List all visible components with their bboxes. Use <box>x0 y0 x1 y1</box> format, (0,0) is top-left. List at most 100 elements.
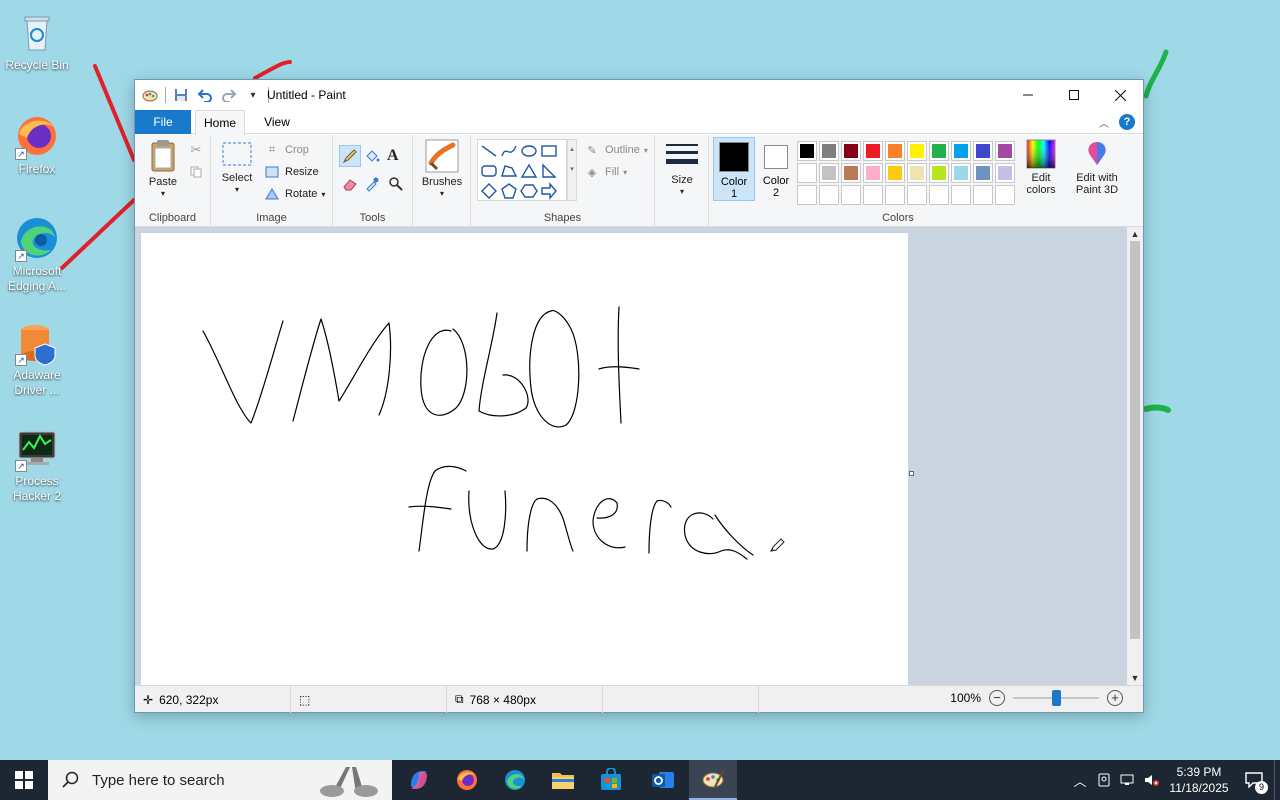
tab-file[interactable]: File <box>135 110 191 134</box>
scroll-down-arrow-icon[interactable]: ▼ <box>1127 671 1143 685</box>
palette-swatch[interactable] <box>995 141 1015 161</box>
palette-swatch[interactable] <box>885 141 905 161</box>
rounded-rectangle-shape-icon[interactable] <box>480 162 498 180</box>
palette-swatch[interactable] <box>841 163 861 183</box>
desktop-icon-process-hacker[interactable]: ↗ Process Hacker 2 <box>2 424 72 504</box>
polygon-shape-icon[interactable] <box>500 162 518 180</box>
fill-button[interactable]: ◈ Fill ▾ <box>583 163 627 181</box>
notifications-button[interactable]: 9 <box>1234 760 1274 800</box>
collapse-ribbon-icon[interactable]: ︿ <box>1099 115 1109 130</box>
oval-shape-icon[interactable] <box>520 142 538 160</box>
palette-swatch[interactable] <box>951 185 971 205</box>
palette-swatch[interactable] <box>973 163 993 183</box>
diamond-shape-icon[interactable] <box>480 182 498 200</box>
meet-now-icon[interactable] <box>1092 760 1116 800</box>
resize-button[interactable]: Resize <box>263 163 319 181</box>
hexagon-shape-icon[interactable] <box>520 182 538 200</box>
taskbar-clock[interactable]: 5:39 PM 11/18/2025 <box>1164 764 1234 796</box>
vertical-scrollbar[interactable]: ▲ ▼ <box>1127 227 1143 685</box>
outline-button[interactable]: ✎ Outline ▾ <box>583 141 647 159</box>
edit-colors-button[interactable]: Edit colors <box>1019 139 1063 196</box>
shapes-scroll[interactable]: ▴ ▾ <box>567 139 577 201</box>
palette-swatch[interactable] <box>973 141 993 161</box>
zoom-slider[interactable] <box>1013 690 1099 706</box>
right-arrow-shape-icon[interactable] <box>540 182 558 200</box>
zoom-in-icon[interactable]: + <box>1107 690 1123 706</box>
right-triangle-shape-icon[interactable] <box>540 162 558 180</box>
paste-button[interactable]: Paste ▾ <box>143 139 183 200</box>
palette-swatch[interactable] <box>973 185 993 205</box>
size-button[interactable]: Size ▾ <box>663 141 701 198</box>
eraser-tool[interactable] <box>341 175 359 193</box>
palette-swatch[interactable] <box>863 163 883 183</box>
palette-swatch[interactable] <box>951 163 971 183</box>
taskbar-copilot[interactable] <box>395 760 443 800</box>
line-shape-icon[interactable] <box>480 142 498 160</box>
edit-with-paint3d-button[interactable]: Edit with Paint 3D <box>1069 139 1125 196</box>
desktop-icon-adaware[interactable]: ↗ Adaware Driver ... <box>2 318 72 398</box>
select-button[interactable]: Select ▾ <box>219 141 255 196</box>
tab-home[interactable]: Home <box>195 110 245 135</box>
palette-swatch[interactable] <box>929 141 949 161</box>
close-button[interactable] <box>1097 80 1143 110</box>
pentagon-shape-icon[interactable] <box>500 182 518 200</box>
save-icon[interactable] <box>172 86 190 104</box>
zoom-slider-thumb[interactable] <box>1052 690 1061 706</box>
palette-swatch[interactable] <box>797 141 817 161</box>
palette-swatch[interactable] <box>841 141 861 161</box>
palette-swatch[interactable] <box>841 185 861 205</box>
zoom-out-icon[interactable]: − <box>989 690 1005 706</box>
palette-swatch[interactable] <box>819 185 839 205</box>
brushes-button[interactable]: Brushes ▾ <box>421 139 463 200</box>
show-desktop-button[interactable] <box>1274 760 1280 800</box>
magnifier-tool[interactable] <box>387 175 405 193</box>
palette-swatch[interactable] <box>907 185 927 205</box>
palette-swatch[interactable] <box>907 141 927 161</box>
palette-swatch[interactable] <box>995 185 1015 205</box>
copy-button[interactable] <box>187 163 205 181</box>
maximize-button[interactable] <box>1051 80 1097 110</box>
cut-button[interactable]: ✂ <box>187 141 205 159</box>
volume-muted-icon[interactable] <box>1140 760 1164 800</box>
scrollbar-thumb[interactable] <box>1130 241 1140 639</box>
rotate-button[interactable]: Rotate ▾ <box>263 185 325 203</box>
start-button[interactable] <box>0 760 48 800</box>
desktop-icon-edge[interactable]: ↗ Microsoft Edging A... <box>2 214 72 294</box>
redo-icon[interactable] <box>220 86 238 104</box>
crop-button[interactable]: ⌗ Crop <box>263 141 309 159</box>
minimize-button[interactable] <box>1005 80 1051 110</box>
color-1-button[interactable]: Color 1 <box>713 137 755 201</box>
triangle-shape-icon[interactable] <box>520 162 538 180</box>
taskbar-paint[interactable] <box>689 760 737 800</box>
color-picker-tool[interactable] <box>363 175 381 193</box>
taskbar-file-explorer[interactable] <box>539 760 587 800</box>
text-tool[interactable]: A <box>387 147 399 165</box>
palette-swatch[interactable] <box>951 141 971 161</box>
desktop-icon-firefox[interactable]: ↗ Firefox <box>2 112 72 177</box>
palette-swatch[interactable] <box>885 163 905 183</box>
network-icon[interactable] <box>1116 760 1140 800</box>
show-hidden-icons-icon[interactable]: ︿ <box>1068 760 1092 800</box>
rectangle-shape-icon[interactable] <box>540 142 558 160</box>
taskbar-outlook[interactable] <box>639 760 687 800</box>
palette-swatch[interactable] <box>797 163 817 183</box>
undo-icon[interactable] <box>196 86 214 104</box>
palette-swatch[interactable] <box>885 185 905 205</box>
palette-swatch[interactable] <box>819 163 839 183</box>
scroll-up-arrow-icon[interactable]: ▲ <box>1127 227 1143 241</box>
taskbar-edge[interactable] <box>491 760 539 800</box>
color-2-button[interactable]: Color 2 <box>755 137 797 201</box>
palette-swatch[interactable] <box>995 163 1015 183</box>
palette-swatch[interactable] <box>819 141 839 161</box>
tab-view[interactable]: View <box>257 110 297 134</box>
palette-swatch[interactable] <box>863 141 883 161</box>
taskbar-firefox[interactable] <box>443 760 491 800</box>
palette-swatch[interactable] <box>907 163 927 183</box>
canvas-resize-handle-right[interactable] <box>909 471 914 476</box>
palette-swatch[interactable] <box>929 185 949 205</box>
fill-tool[interactable] <box>363 147 381 165</box>
pencil-tool[interactable] <box>339 145 361 167</box>
palette-swatch[interactable] <box>797 185 817 205</box>
taskbar-store[interactable] <box>587 760 635 800</box>
desktop-icon-recycle-bin[interactable]: Recycle Bin <box>2 8 72 73</box>
